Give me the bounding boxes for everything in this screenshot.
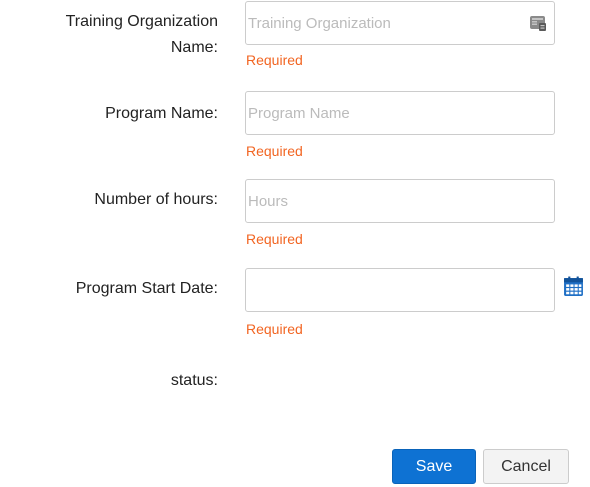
training-org-label-line1: Training Organization xyxy=(65,13,218,30)
training-org-label-line2: Name: xyxy=(170,39,218,56)
start-date-required-message: Required xyxy=(246,321,303,337)
save-button[interactable]: Save xyxy=(392,449,476,484)
training-org-label: Training Organization Name: xyxy=(0,9,218,61)
cancel-button[interactable]: Cancel xyxy=(483,449,569,484)
contact-card-icon[interactable] xyxy=(529,14,547,32)
hours-required-message: Required xyxy=(246,231,303,247)
calendar-icon[interactable] xyxy=(563,276,584,297)
training-org-input[interactable] xyxy=(245,1,555,45)
program-name-label: Program Name: xyxy=(105,105,218,122)
start-date-input[interactable] xyxy=(245,268,555,312)
status-label: status: xyxy=(170,372,218,389)
training-org-required-message: Required xyxy=(246,52,303,68)
hours-input[interactable] xyxy=(245,179,555,223)
hours-label: Number of hours: xyxy=(94,191,218,208)
program-name-required-message: Required xyxy=(246,143,303,159)
start-date-label: Program Start Date: xyxy=(75,280,218,297)
program-name-input[interactable] xyxy=(245,91,555,135)
